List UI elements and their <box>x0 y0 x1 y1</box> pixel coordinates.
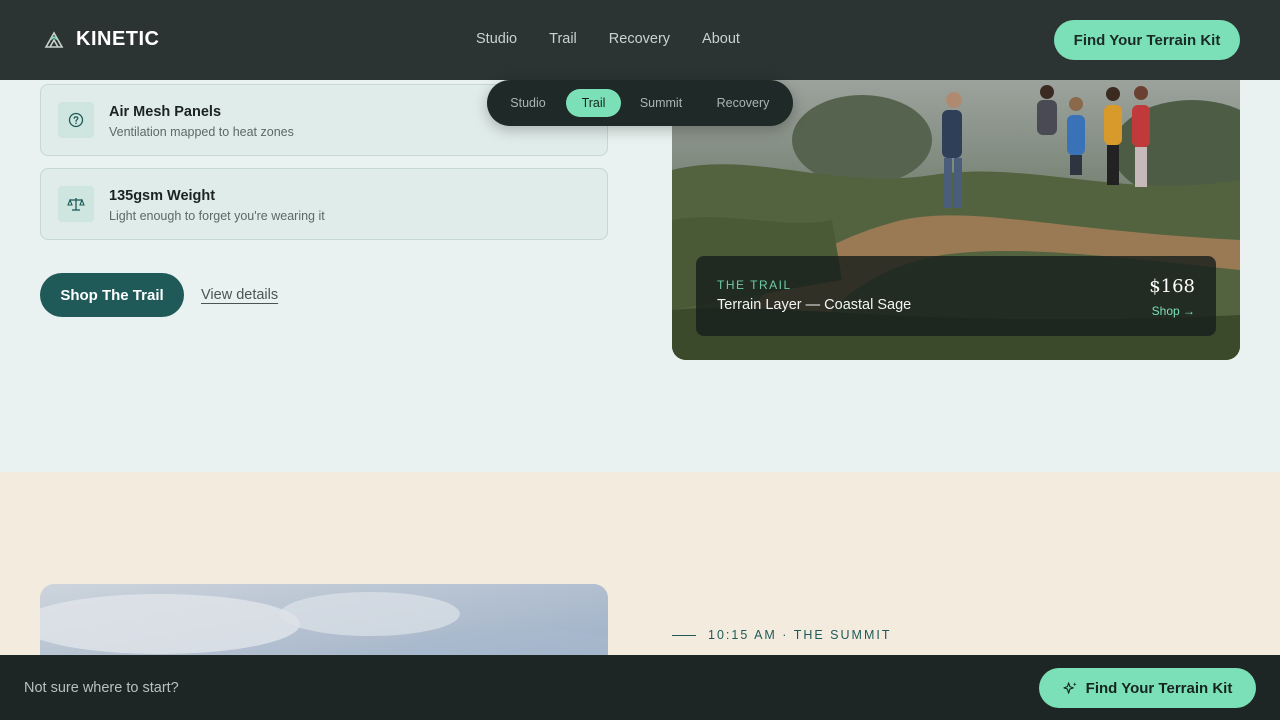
nav-link-about[interactable]: About <box>702 31 740 47</box>
feature-subtitle: Ventilation mapped to heat zones <box>109 125 294 139</box>
feature-title: 135gsm Weight <box>109 188 216 204</box>
bottom-bar-prompt: Not sure where to start? <box>24 680 179 696</box>
tab-trail[interactable]: Trail <box>566 89 621 117</box>
brand[interactable]: KINETIC <box>44 28 160 51</box>
bottom-cta-label: Find Your Terrain Kit <box>1085 679 1233 697</box>
find-terrain-kit-button[interactable]: Find Your Terrain Kit <box>1054 20 1240 60</box>
sticky-bottom-bar: Not sure where to start? Find Your Terra… <box>0 655 1280 720</box>
brand-name: KINETIC <box>76 28 160 50</box>
feature-title: Air Mesh Panels <box>109 104 222 120</box>
question-circle-icon <box>58 102 94 138</box>
summit-eyebrow: 10:15 AM · THE SUMMIT <box>708 628 892 642</box>
summit-timestamp: 10:15 AM · THE SUMMIT <box>672 628 891 642</box>
product-card[interactable]: THE TRAIL Terrain Layer — Coastal Sage $… <box>696 256 1216 336</box>
product-eyebrow: THE TRAIL <box>717 278 792 292</box>
tab-studio[interactable]: Studio <box>500 89 556 117</box>
nav-link-studio[interactable]: Studio <box>476 31 517 47</box>
mountain-logo-icon <box>44 30 64 48</box>
nav-link-recovery[interactable]: Recovery <box>609 31 670 47</box>
nav-link-trail[interactable]: Trail <box>549 31 577 47</box>
site-header: KINETIC Studio Trail Recovery About Find… <box>0 0 1280 80</box>
tab-summit[interactable]: Summit <box>630 89 692 117</box>
tab-recovery[interactable]: Recovery <box>704 89 782 117</box>
feature-subtitle: Light enough to forget you're wearing it <box>109 209 325 223</box>
product-price: $168 <box>1149 276 1195 297</box>
divider-line <box>672 634 696 636</box>
product-shop-link[interactable]: Shop → <box>1152 304 1195 318</box>
feature-card-weight: 135gsm Weight Light enough to forget you… <box>40 168 608 240</box>
find-terrain-kit-bottom-button[interactable]: Find Your Terrain Kit <box>1039 668 1256 708</box>
sparkle-icon <box>1063 681 1077 694</box>
shop-the-trail-button[interactable]: Shop The Trail <box>40 273 184 317</box>
main-nav: Studio Trail Recovery About <box>476 31 740 47</box>
view-details-link[interactable]: View details <box>201 287 278 303</box>
section-tabs: Studio Trail Summit Recovery <box>487 80 793 126</box>
scale-icon <box>58 186 94 222</box>
product-name: Terrain Layer — Coastal Sage <box>717 297 912 313</box>
